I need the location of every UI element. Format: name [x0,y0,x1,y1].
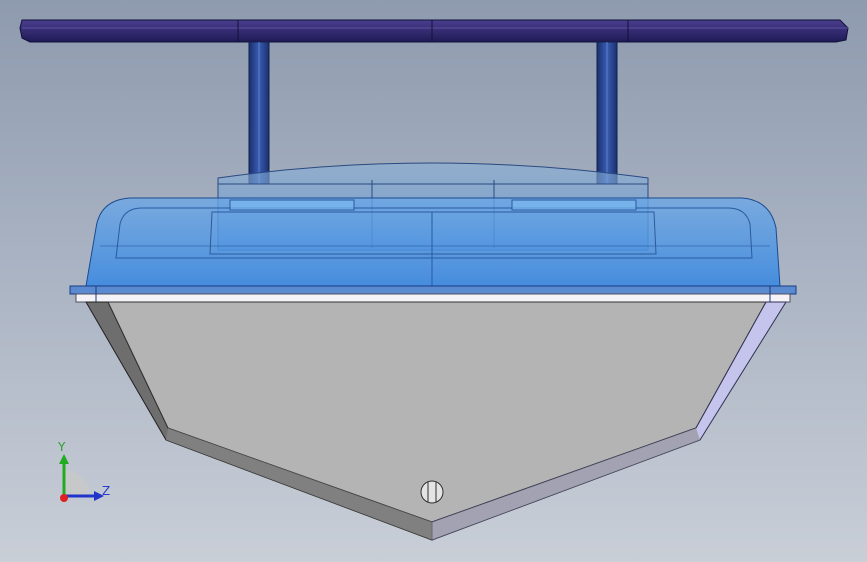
z-axis-label: Z [102,484,111,498]
boat-model[interactable] [0,0,867,562]
roof-post-left [248,41,270,185]
roof-panel [19,19,849,43]
3d-viewport[interactable]: Y Z [0,0,867,562]
coordinate-triad: Y Z [50,440,120,510]
hull [85,301,787,541]
drain-plug [420,480,444,504]
deck-rail [69,285,797,303]
cabin-body [85,197,781,287]
roof-post-right [596,41,618,185]
y-axis-label: Y [58,440,66,454]
